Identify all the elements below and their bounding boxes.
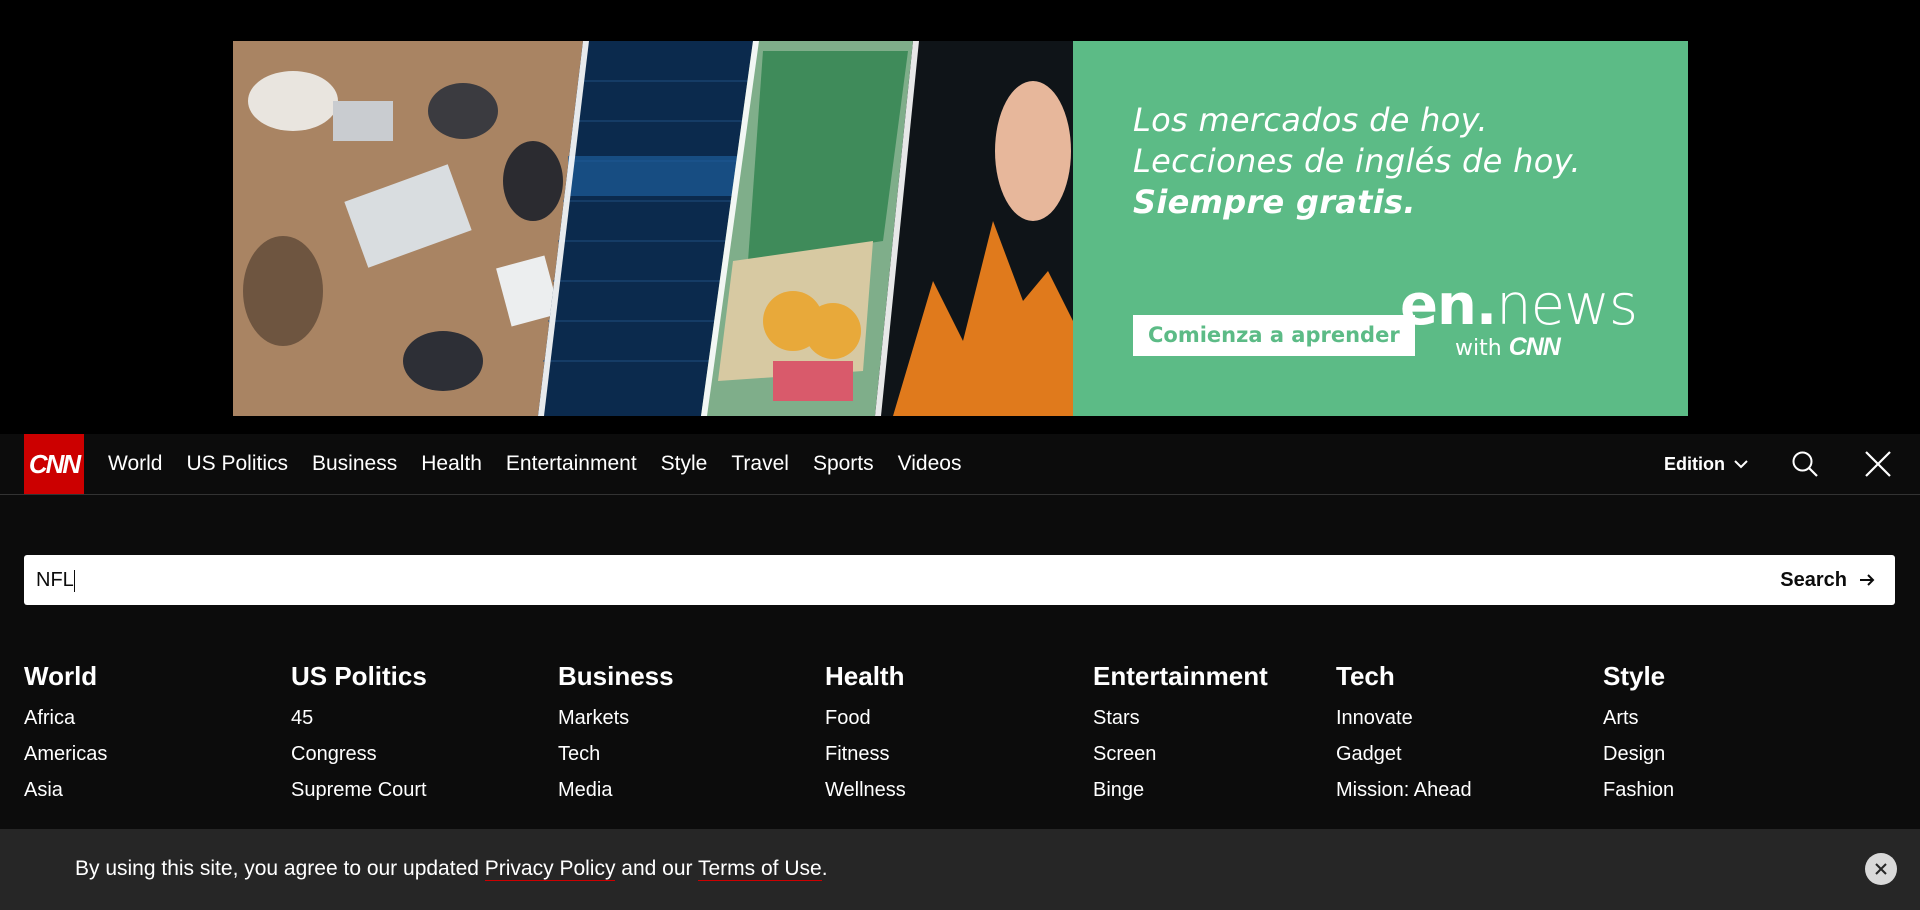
section-link[interactable]: Media <box>558 778 674 802</box>
section-link[interactable]: Binge <box>1093 778 1268 802</box>
section-title[interactable]: World <box>24 660 107 692</box>
section-link[interactable]: Mission: Ahead <box>1336 778 1472 802</box>
section-link[interactable]: Gadget <box>1336 742 1472 766</box>
ad-cta-button[interactable]: Comienza a aprender <box>1133 315 1415 356</box>
chevron-down-icon <box>1734 460 1748 469</box>
section-link[interactable]: Fitness <box>825 742 906 766</box>
ad-area: Los mercados de hoy. Lecciones de inglés… <box>0 0 1920 434</box>
header-nav-bar: CNN World US Politics Business Health En… <box>0 434 1920 495</box>
close-icon <box>1875 863 1887 875</box>
ad-photo-collage <box>233 41 1073 416</box>
nav-link-us-politics[interactable]: US Politics <box>186 452 288 476</box>
ad-headline-3: Siempre gratis. <box>1133 183 1416 221</box>
cookie-text-after: . <box>821 857 828 880</box>
cookie-message: By using this site, you agree to our upd… <box>75 857 828 881</box>
cnn-logo[interactable]: CNN <box>24 434 84 494</box>
section-link[interactable]: Food <box>825 706 906 730</box>
search-bar: Search <box>24 555 1895 605</box>
nav-link-sports[interactable]: Sports <box>813 452 874 476</box>
nav-link-videos[interactable]: Videos <box>898 452 962 476</box>
nav-link-entertainment[interactable]: Entertainment <box>506 452 637 476</box>
nav-link-business[interactable]: Business <box>312 452 397 476</box>
section-link[interactable]: Wellness <box>825 778 906 802</box>
section-link[interactable]: Africa <box>24 706 107 730</box>
section-link[interactable]: Fashion <box>1603 778 1674 802</box>
nav-links: World US Politics Business Health Entert… <box>108 434 985 494</box>
section-link[interactable]: Supreme Court <box>291 778 427 802</box>
ad-banner[interactable]: Los mercados de hoy. Lecciones de inglés… <box>233 41 1688 416</box>
section-link[interactable]: Innovate <box>1336 706 1472 730</box>
section-title[interactable]: Tech <box>1336 660 1472 692</box>
nav-link-health[interactable]: Health <box>421 452 482 476</box>
edition-dropdown[interactable]: Edition <box>1664 434 1749 494</box>
ad-headline-1: Los mercados de hoy. <box>1133 101 1488 139</box>
section-link[interactable]: Arts <box>1603 706 1674 730</box>
section-link[interactable]: Americas <box>24 742 107 766</box>
section-link[interactable]: Asia <box>24 778 107 802</box>
section-tech: Tech Innovate Gadget Mission: Ahead <box>1336 660 1472 802</box>
section-title[interactable]: Business <box>558 660 674 692</box>
section-link[interactable]: Markets <box>558 706 674 730</box>
section-link[interactable]: Congress <box>291 742 427 766</box>
section-link[interactable]: Design <box>1603 742 1674 766</box>
edition-label: Edition <box>1664 453 1725 474</box>
section-title[interactable]: Style <box>1603 660 1674 692</box>
cookie-close-button[interactable] <box>1865 853 1897 885</box>
ad-brand-tagline: with CNN <box>1455 333 1561 362</box>
section-title[interactable]: Entertainment <box>1093 660 1268 692</box>
section-style: Style Arts Design Fashion <box>1603 660 1674 802</box>
ad-headline-2: Lecciones de inglés de hoy. <box>1133 142 1581 180</box>
close-icon[interactable] <box>1864 450 1892 478</box>
privacy-policy-link[interactable]: Privacy Policy <box>484 857 616 881</box>
ad-logo-bold: en. <box>1400 273 1497 338</box>
arrow-right-icon <box>1860 574 1875 586</box>
search-button-label: Search <box>1780 568 1847 591</box>
ad-logo-light: news <box>1496 273 1638 338</box>
nav-link-travel[interactable]: Travel <box>731 452 789 476</box>
search-icon[interactable] <box>1791 450 1819 478</box>
ad-brand-logo: en.news <box>1400 273 1638 338</box>
section-title[interactable]: Health <box>825 660 906 692</box>
logo-text: CNN <box>28 448 81 479</box>
search-button[interactable]: Search <box>1780 555 1875 605</box>
search-input[interactable] <box>36 555 1536 605</box>
section-us-politics: US Politics 45 Congress Supreme Court <box>291 660 427 802</box>
cookie-text-before: By using this site, you agree to our upd… <box>75 857 485 880</box>
section-health: Health Food Fitness Wellness <box>825 660 906 802</box>
cookie-consent-bar: By using this site, you agree to our upd… <box>0 829 1920 910</box>
section-business: Business Markets Tech Media <box>558 660 674 802</box>
text-caret <box>74 570 75 592</box>
cookie-text-middle: and our <box>615 857 698 880</box>
section-world: World Africa Americas Asia <box>24 660 107 802</box>
section-link[interactable]: Tech <box>558 742 674 766</box>
section-entertainment: Entertainment Stars Screen Binge <box>1093 660 1268 802</box>
nav-link-style[interactable]: Style <box>661 452 708 476</box>
section-link[interactable]: Screen <box>1093 742 1268 766</box>
nav-link-world[interactable]: World <box>108 452 162 476</box>
ad-text-panel: Los mercados de hoy. Lecciones de inglés… <box>1073 41 1688 416</box>
section-link[interactable]: 45 <box>291 706 427 730</box>
terms-of-use-link[interactable]: Terms of Use <box>697 857 822 881</box>
ad-with-brand: CNN <box>1508 333 1561 361</box>
section-title[interactable]: US Politics <box>291 660 427 692</box>
section-link[interactable]: Stars <box>1093 706 1268 730</box>
ad-with-label: with <box>1455 336 1502 361</box>
